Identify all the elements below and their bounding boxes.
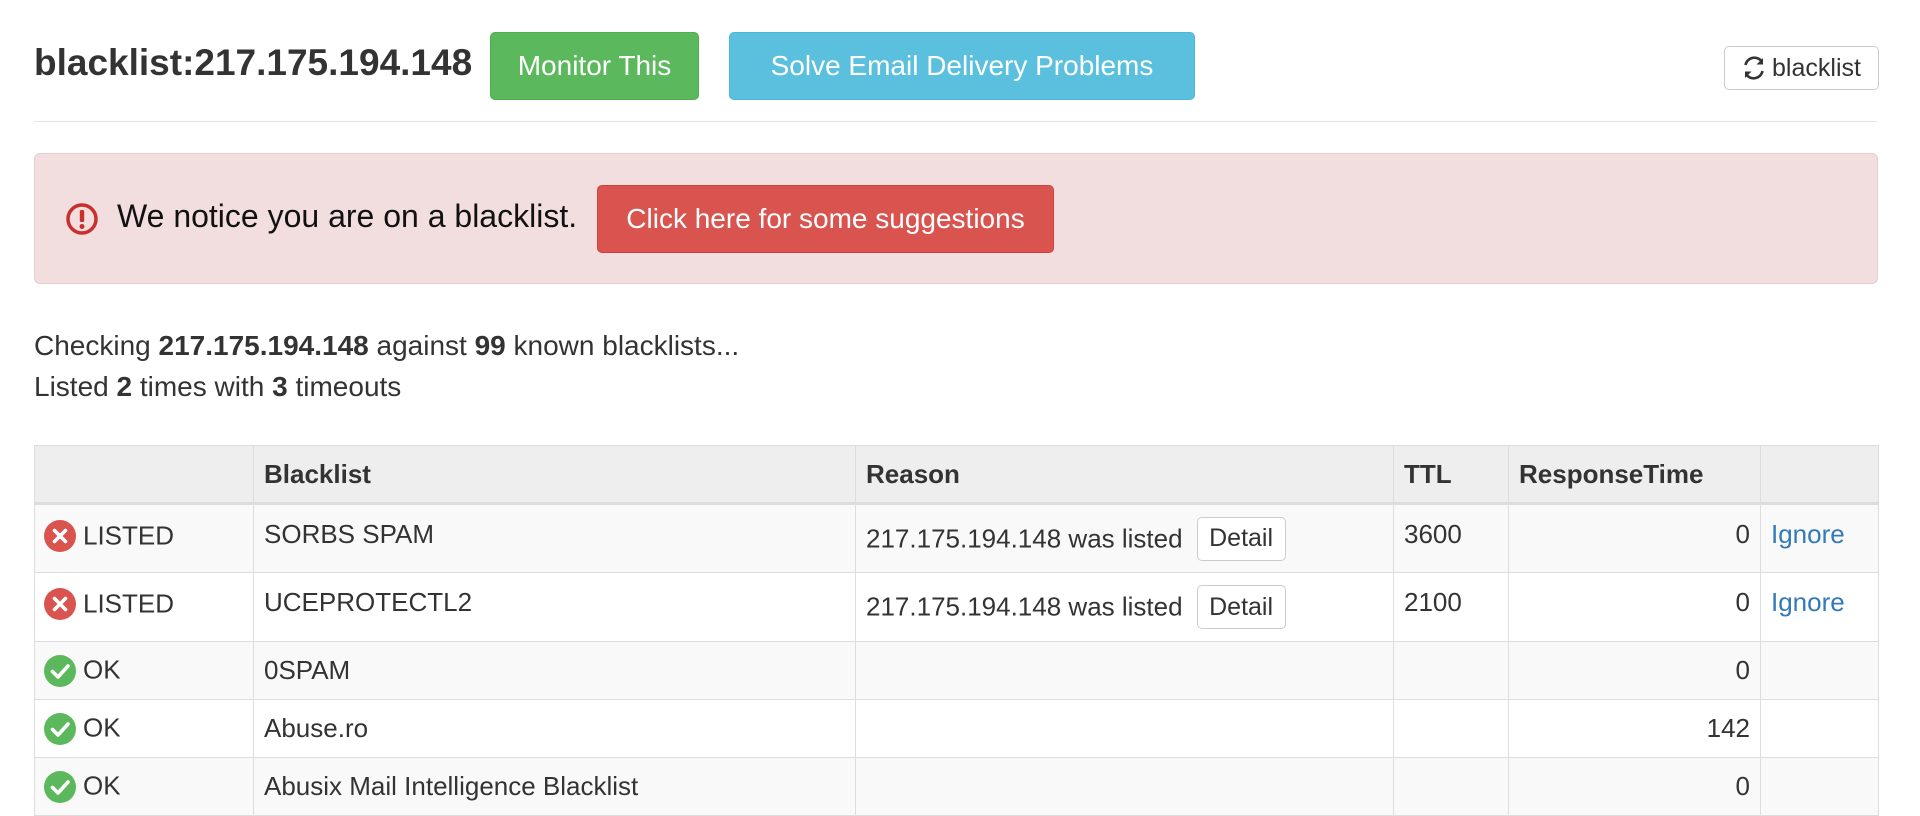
table-row: OK 0SPAM 0 [34, 641, 1879, 700]
status-label: LISTED [83, 520, 175, 551]
header-blacklist: Blacklist [253, 445, 856, 505]
timeouts-text: timeouts [295, 371, 402, 402]
table-row: OK Abusix Mail Intelligence Blacklist 0 [34, 757, 1879, 816]
checked-ip: 217.175.194.148 [158, 330, 369, 361]
status-label: OK [83, 655, 121, 686]
check-summary: Checking 217.175.194.148 against 99 know… [34, 325, 739, 407]
table-row: LISTED UCEPROTECTL2 217.175.194.148 was … [34, 572, 1879, 642]
check-circle-icon [44, 770, 76, 803]
reason-cell [855, 757, 1394, 816]
x-circle-icon [44, 520, 76, 553]
reason-text: 217.175.194.148 was listed [866, 523, 1183, 553]
ignore-link[interactable]: Ignore [1771, 519, 1845, 549]
times-with-text: times with [139, 371, 265, 402]
solve-email-problems-button[interactable]: Solve Email Delivery Problems [729, 32, 1195, 100]
refresh-button-label: blacklist [1772, 53, 1861, 82]
action-cell: Ignore [1760, 503, 1879, 573]
status-label: OK [83, 713, 121, 744]
table-header-row: Blacklist Reason TTL ResponseTime [34, 445, 1879, 505]
blacklist-name: SORBS SPAM [253, 503, 856, 573]
check-circle-icon [44, 712, 76, 745]
ttl-value [1393, 699, 1509, 758]
header-action [1760, 445, 1879, 505]
status-cell: OK [34, 641, 254, 700]
reason-cell: 217.175.194.148 was listed Detail [855, 572, 1394, 642]
detail-button[interactable]: Detail [1196, 516, 1286, 561]
refresh-blacklist-button[interactable]: blacklist [1724, 46, 1879, 90]
status-cell: LISTED [34, 572, 254, 642]
ttl-value [1393, 757, 1509, 816]
header-status [34, 445, 254, 505]
refresh-icon [1744, 56, 1764, 80]
ignore-link[interactable]: Ignore [1771, 587, 1845, 617]
reason-cell [855, 641, 1394, 700]
table-row: LISTED SORBS SPAM 217.175.194.148 was li… [34, 503, 1879, 573]
reason-cell [855, 699, 1394, 758]
blacklist-name: Abuse.ro [253, 699, 856, 758]
response-time-value: 0 [1508, 572, 1761, 642]
status-cell: OK [34, 757, 254, 816]
known-blacklists-text: known blacklists... [513, 330, 740, 361]
listed-count: 2 [116, 371, 133, 402]
response-time-value: 0 [1508, 503, 1761, 573]
checking-line: Checking 217.175.194.148 against 99 know… [34, 325, 739, 366]
blacklist-results-table: Blacklist Reason TTL ResponseTime LISTED… [34, 445, 1879, 816]
ttl-value: 3600 [1393, 503, 1509, 573]
check-circle-icon [44, 654, 76, 687]
action-cell [1760, 699, 1879, 758]
header-ttl: TTL [1393, 445, 1509, 505]
exclamation-circle-icon [66, 203, 98, 235]
monitor-this-button[interactable]: Monitor This [490, 32, 699, 100]
alert-message: We notice you are on a blacklist. [117, 198, 578, 234]
blacklist-alert: We notice you are on a blacklist. Click … [34, 153, 1878, 284]
page-title: blacklist:217.175.194.148 [34, 42, 473, 83]
listed-line: Listed 2 times with 3 timeouts [34, 366, 739, 407]
x-circle-icon [44, 588, 76, 621]
action-cell [1760, 757, 1879, 816]
suggestions-button[interactable]: Click here for some suggestions [597, 185, 1054, 253]
status-cell: OK [34, 699, 254, 758]
ttl-value [1393, 641, 1509, 700]
header-response-time: ResponseTime [1508, 445, 1761, 505]
status-cell: LISTED [34, 503, 254, 573]
against-text: against [376, 330, 467, 361]
page-header: blacklist:217.175.194.148 Monitor This S… [34, 30, 1879, 122]
listed-prefix: Listed [34, 371, 109, 402]
response-time-value: 0 [1508, 757, 1761, 816]
checking-prefix: Checking [34, 330, 151, 361]
reason-text: 217.175.194.148 was listed [866, 591, 1183, 622]
blacklist-name: 0SPAM [253, 641, 856, 700]
action-cell: Ignore [1760, 572, 1879, 642]
blacklist-count: 99 [474, 330, 506, 361]
detail-button[interactable]: Detail [1196, 585, 1286, 629]
response-time-value: 0 [1508, 641, 1761, 700]
status-label: OK [83, 771, 121, 802]
blacklist-name: UCEPROTECTL2 [253, 572, 856, 642]
timeouts-count: 3 [272, 371, 288, 402]
header-reason: Reason [855, 445, 1394, 505]
table-row: OK Abuse.ro 142 [34, 699, 1879, 758]
reason-cell: 217.175.194.148 was listed Detail [855, 503, 1394, 573]
ttl-value: 2100 [1393, 572, 1509, 642]
blacklist-name: Abusix Mail Intelligence Blacklist [253, 757, 856, 816]
action-cell [1760, 641, 1879, 700]
response-time-value: 142 [1508, 699, 1761, 758]
status-label: LISTED [83, 588, 175, 619]
